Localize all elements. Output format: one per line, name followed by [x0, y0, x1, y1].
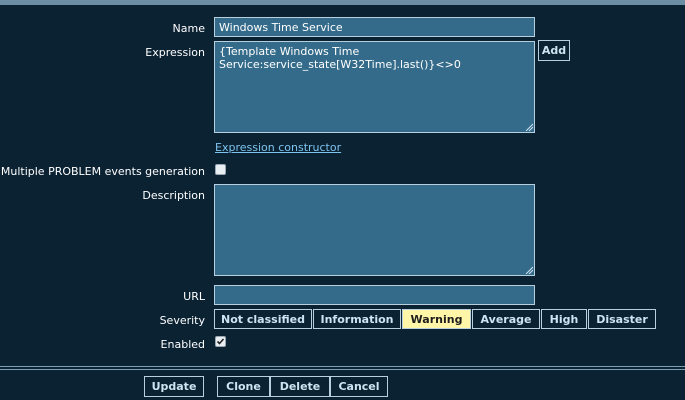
form-footer: Update Clone Delete Cancel	[0, 372, 685, 400]
resize-grip-icon[interactable]	[525, 266, 533, 274]
expression-label: Expression	[145, 46, 205, 59]
expression-constructor-link[interactable]: Expression constructor	[215, 141, 341, 154]
url-label: URL	[183, 290, 205, 303]
severity-information[interactable]: Information	[313, 309, 401, 329]
checkmark-icon	[216, 338, 225, 345]
cancel-button[interactable]: Cancel	[330, 376, 388, 397]
add-expression-button[interactable]: Add	[538, 40, 570, 61]
severity-not-classified[interactable]: Not classified	[214, 309, 312, 329]
delete-button[interactable]: Delete	[270, 376, 330, 397]
description-textarea[interactable]	[214, 184, 535, 276]
severity-high[interactable]: High	[541, 309, 587, 329]
multiple-events-checkbox[interactable]	[215, 164, 226, 175]
name-label: Name	[172, 22, 205, 35]
multiple-events-label: Multiple PROBLEM events generation	[0, 165, 205, 178]
severity-warning[interactable]: Warning	[402, 309, 471, 329]
name-input[interactable]	[214, 17, 535, 37]
resize-grip-icon[interactable]	[525, 123, 533, 131]
clone-button[interactable]: Clone	[217, 376, 270, 397]
enabled-label: Enabled	[160, 338, 205, 351]
expression-textarea[interactable]	[214, 41, 535, 133]
update-button[interactable]: Update	[144, 376, 204, 397]
url-input[interactable]	[214, 285, 535, 305]
severity-disaster[interactable]: Disaster	[588, 309, 656, 329]
severity-average[interactable]: Average	[472, 309, 540, 329]
footer-separator	[0, 366, 685, 367]
footer-separator	[0, 369, 685, 370]
enabled-checkbox[interactable]	[215, 336, 226, 347]
severity-label: Severity	[159, 314, 205, 327]
severity-selector: Not classified Information Warning Avera…	[214, 309, 657, 329]
description-label: Description	[142, 189, 205, 202]
